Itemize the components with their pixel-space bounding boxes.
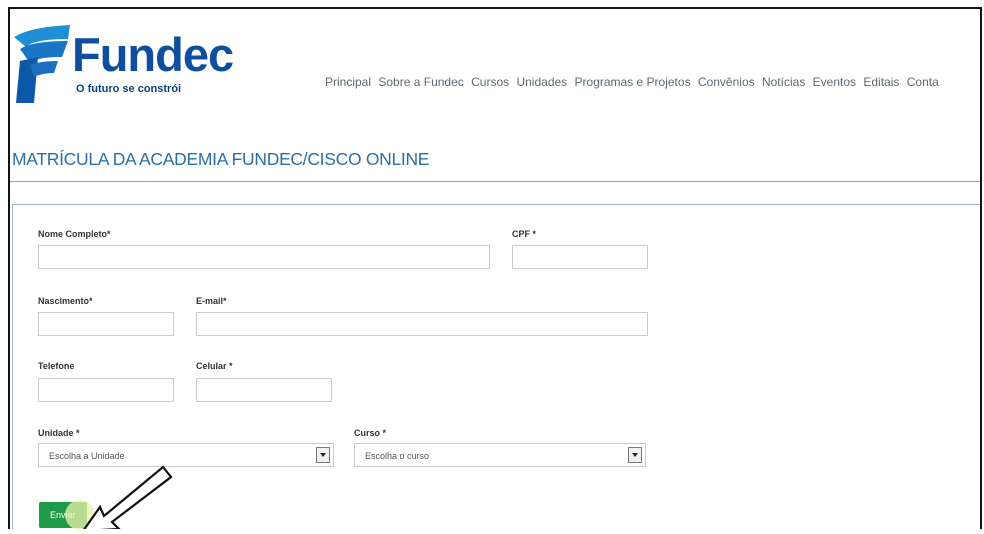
nav-item-unidades[interactable]: Unidades: [516, 75, 567, 89]
nav-item-eventos[interactable]: Eventos: [813, 75, 856, 89]
title-divider: [10, 181, 980, 182]
unidade-selected-value: Escolha a Unidade: [49, 451, 125, 461]
cpf-label: CPF *: [512, 229, 537, 239]
telefone-label: Telefone: [38, 361, 75, 371]
nome-label: Nome Completo*: [38, 229, 111, 239]
nav-item-cursos[interactable]: Cursos: [471, 75, 509, 89]
celular-label: Celular *: [196, 361, 233, 371]
curso-selected-value: Escolha o curso: [365, 451, 430, 461]
nav-item-editais[interactable]: Editais: [863, 75, 899, 89]
fundec-logo[interactable]: Fundec O futuro se constrói: [12, 23, 242, 113]
cpf-input[interactable]: [512, 245, 648, 269]
brand-tagline: O futuro se constrói: [76, 83, 182, 95]
telefone-input[interactable]: [38, 378, 174, 402]
nav-item-sobre[interactable]: Sobre a Fundec: [378, 75, 463, 89]
celular-input[interactable]: [196, 378, 332, 402]
nav-item-contato[interactable]: Conta: [907, 75, 939, 89]
email-input[interactable]: [196, 312, 648, 336]
nav-item-convenios[interactable]: Convênios: [698, 75, 755, 89]
brand-name: Fundec: [72, 28, 234, 81]
nascimento-input[interactable]: [38, 312, 174, 336]
enrollment-form: Nome Completo* CPF * Nascimento* E-mail*…: [12, 204, 980, 529]
curso-label: Curso *: [354, 428, 387, 438]
browser-frame: Fundec O futuro se constrói Principal So…: [8, 7, 982, 529]
curso-select[interactable]: Escolha o curso: [354, 443, 646, 467]
page-title: MATRÍCULA DA ACADEMIA FUNDEC/CISCO ONLIN…: [12, 149, 430, 169]
nav-item-principal[interactable]: Principal: [325, 75, 371, 89]
fundec-logo-mark: [14, 25, 70, 103]
chevron-down-icon[interactable]: [316, 447, 330, 463]
main-nav: Principal Sobre a Fundec Cursos Unidades…: [325, 75, 943, 89]
email-label: E-mail*: [196, 296, 227, 306]
nav-item-noticias[interactable]: Notícias: [762, 75, 805, 89]
nome-input[interactable]: [38, 245, 490, 269]
nascimento-label: Nascimento*: [38, 296, 93, 306]
unidade-label: Unidade *: [38, 428, 80, 438]
pointer-arrow-icon: [83, 465, 173, 529]
nav-item-programas[interactable]: Programas e Projetos: [575, 75, 691, 89]
chevron-down-icon[interactable]: [628, 447, 642, 463]
